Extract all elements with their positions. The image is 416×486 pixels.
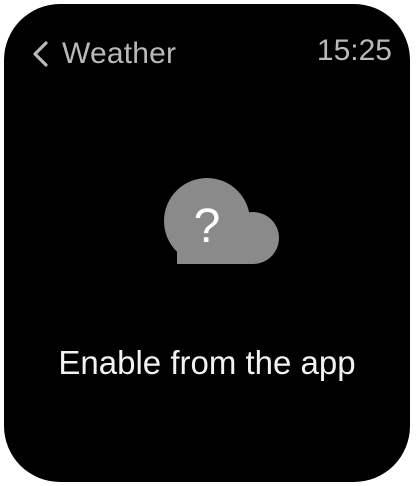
app-title: Weather: [62, 37, 177, 70]
clock: 15:25: [316, 34, 392, 67]
chevron-left-icon: [30, 39, 50, 69]
status-bar: Weather 15:25: [4, 4, 410, 100]
watch-screen: Weather 15:25 ? Enable from the app: [4, 4, 410, 482]
svg-text:?: ?: [194, 200, 221, 253]
back-button[interactable]: Weather: [30, 32, 176, 76]
status-message: Enable from the app: [58, 344, 356, 381]
cloud-question-icon: ?: [157, 176, 283, 272]
